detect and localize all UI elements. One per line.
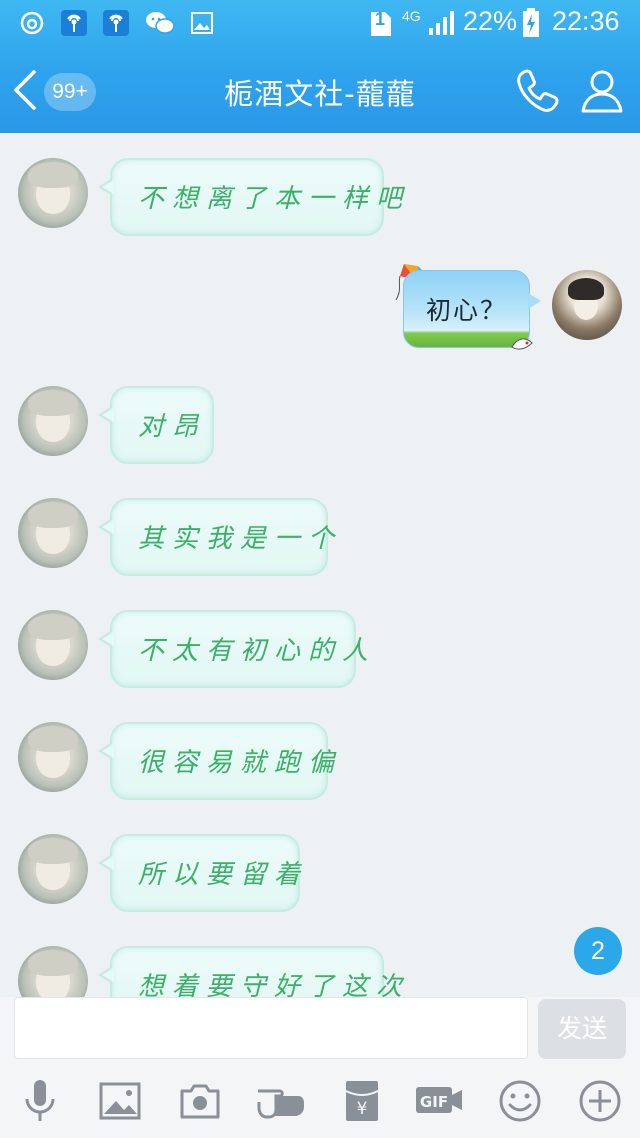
message-text: 其实我是一个: [138, 524, 343, 554]
person-icon[interactable]: [578, 66, 626, 114]
message-text: 不想离了本一样吧: [138, 184, 411, 214]
message-input[interactable]: [14, 997, 528, 1059]
fish-sticker-icon: [511, 338, 533, 350]
received-message-bubble[interactable]: 不太有初心的人: [98, 610, 368, 688]
signal-icon: [428, 8, 456, 38]
received-message-bubble[interactable]: 想着要守好了这次: [98, 946, 402, 997]
input-bar: 发送 ¥ GIF: [0, 997, 640, 1138]
clock: 22:36: [552, 6, 620, 36]
camera-icon[interactable]: [176, 1077, 224, 1125]
received-message-bubble[interactable]: 很容易就跑偏: [98, 722, 334, 800]
network-type: 4G: [402, 8, 421, 24]
message-text: 对昂: [138, 412, 207, 442]
svg-text:¥: ¥: [357, 1099, 368, 1119]
message-text: 想着要守好了这次: [138, 972, 411, 997]
image-icon[interactable]: [96, 1077, 144, 1125]
message-text: 初心？: [426, 296, 508, 325]
status-bar: 1 4G 22% 22:36: [0, 0, 640, 46]
gif-icon[interactable]: GIF: [414, 1077, 466, 1125]
unread-count-badge[interactable]: 99+: [44, 73, 96, 111]
back-chevron-icon[interactable]: [12, 70, 42, 110]
my-avatar[interactable]: [552, 270, 622, 340]
contact-avatar[interactable]: [18, 498, 88, 568]
hotspot-icon: [60, 8, 88, 38]
contact-avatar[interactable]: [18, 386, 88, 456]
sim-number: 1: [375, 9, 386, 29]
message-text: 不太有初心的人: [138, 636, 377, 666]
battery-charging-icon: [522, 8, 540, 38]
chat-title: 栀酒文社-蘢蘢: [224, 77, 416, 111]
send-button[interactable]: 发送: [538, 999, 626, 1059]
contact-avatar[interactable]: [18, 610, 88, 680]
title-bar: 1 4G 22% 22:36 99+ 栀酒文社-蘢蘢: [0, 0, 640, 133]
gallery-icon: [190, 8, 214, 38]
phone-icon[interactable]: [514, 66, 562, 114]
gif-label: GIF: [420, 1093, 448, 1111]
emoji-icon[interactable]: [496, 1077, 544, 1125]
poke-hand-icon[interactable]: [256, 1077, 308, 1125]
contact-avatar[interactable]: [18, 158, 88, 228]
battery-percent: 22%: [463, 6, 518, 36]
received-message-bubble[interactable]: 所以要留着: [98, 834, 300, 912]
contact-avatar[interactable]: [18, 834, 88, 904]
wechat-icon: [145, 8, 175, 38]
new-message-badge[interactable]: 2: [574, 927, 622, 975]
plus-icon[interactable]: [576, 1077, 624, 1125]
message-text: 很容易就跑偏: [138, 748, 343, 778]
message-list[interactable]: 不想离了本一样吧 初心？ 对昂 其实我是一个 不太有初心的人 很容易就跑偏 所以…: [0, 133, 640, 997]
microphone-icon[interactable]: [16, 1077, 64, 1125]
contact-avatar[interactable]: [18, 722, 88, 792]
music-app-icon: [20, 8, 44, 38]
hotspot-icon: [102, 8, 130, 38]
red-packet-icon[interactable]: ¥: [338, 1077, 386, 1125]
received-message-bubble[interactable]: 对昂: [98, 386, 214, 464]
contact-avatar[interactable]: [18, 946, 88, 997]
received-message-bubble[interactable]: 不想离了本一样吧: [98, 158, 402, 236]
message-text: 所以要留着: [138, 860, 309, 890]
received-message-bubble[interactable]: 其实我是一个: [98, 498, 334, 576]
